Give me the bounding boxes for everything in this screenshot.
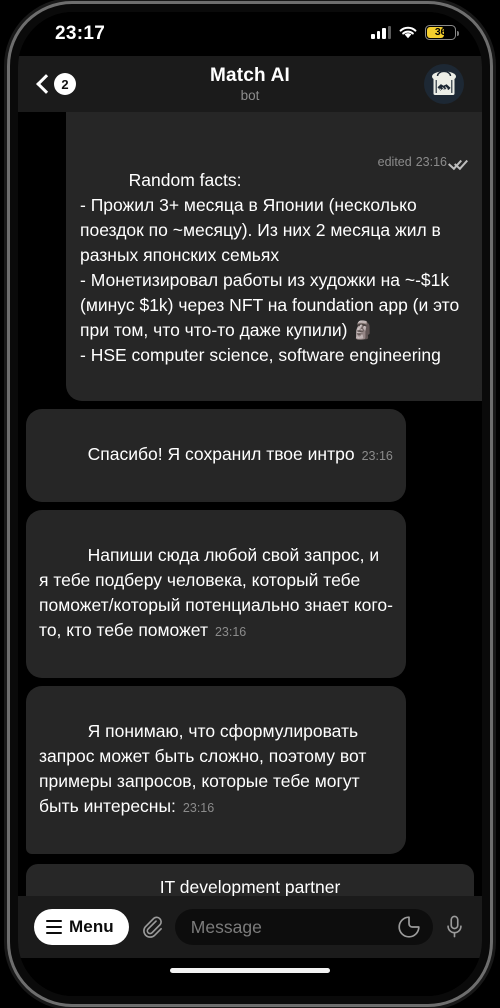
status-indicators: 36 — [371, 25, 459, 40]
chat-header: 2 Match AI bot — [18, 56, 482, 112]
message-row: Напиши сюда любой свой запрос, и я тебе … — [18, 510, 482, 678]
cellular-signal-icon — [371, 26, 391, 39]
message-timestamp: 23:16 — [214, 625, 247, 639]
battery-icon: 36 — [425, 25, 459, 40]
double-check-icon — [451, 157, 468, 168]
message-input-bar: Menu Message — [18, 896, 482, 958]
message-input-field[interactable]: Message — [174, 909, 433, 945]
message-input-placeholder: Message — [190, 916, 262, 937]
message-bubble-incoming[interactable]: Спасибо! Я сохранил твое интро 23:16 — [26, 409, 406, 502]
sticker-icon[interactable] — [397, 915, 421, 939]
handshake-avatar-icon[interactable] — [424, 64, 464, 104]
notch — [162, 12, 338, 34]
chevron-left-icon — [36, 73, 49, 95]
unread-badge: 2 — [54, 73, 76, 95]
message-meta: edited 23:16 — [378, 150, 468, 175]
paperclip-icon[interactable] — [139, 914, 165, 940]
message-text: Random facts: - Прожил 3+ месяца в Япони… — [80, 170, 460, 365]
quick-reply-it-development-partner[interactable]: IT development partner — [26, 864, 474, 896]
message-timestamp: 23:16 — [361, 449, 393, 463]
header-subtitle: bot — [240, 88, 260, 103]
message-timestamp: 23:16 — [415, 155, 447, 169]
status-bar: 23:17 36 — [18, 12, 482, 56]
quick-reply-label: IT development partner — [159, 876, 341, 897]
back-button[interactable]: 2 — [36, 73, 76, 95]
message-bubble-incoming[interactable]: Напиши сюда любой свой запрос, и я тебе … — [26, 510, 406, 678]
message-row: edited 23:16 Random facts: - Прожил 3+ м… — [18, 112, 482, 401]
hamburger-icon — [46, 919, 62, 935]
phone-screen: 23:17 36 2 Match AI bot edited 23:16 Ran… — [18, 12, 482, 996]
edited-label: edited — [377, 155, 412, 169]
message-row: Я понимаю, что сформулировать запрос мож… — [18, 686, 482, 854]
page-title: Match AI — [209, 65, 291, 86]
battery-percent: 36 — [434, 26, 447, 38]
message-timestamp: 23:16 — [182, 801, 215, 815]
status-time: 23:17 — [55, 23, 106, 44]
message-bubble-outgoing[interactable]: edited 23:16 Random facts: - Прожил 3+ м… — [66, 112, 482, 401]
menu-button-label: Menu — [69, 917, 114, 936]
phone-frame: 23:17 36 2 Match AI bot edited 23:16 Ran… — [10, 4, 490, 1004]
menu-button[interactable]: Menu — [34, 909, 129, 945]
microphone-icon[interactable] — [443, 914, 466, 940]
home-indicator-area — [18, 958, 482, 996]
header-title-block: Match AI bot — [18, 65, 482, 103]
quick-reply-keyboard: IT development partner Crypto & blockcha… — [26, 864, 474, 896]
home-indicator[interactable] — [170, 968, 330, 973]
message-text: Спасибо! Я сохранил твое интро — [87, 444, 355, 464]
chat-message-list[interactable]: edited 23:16 Random facts: - Прожил 3+ м… — [18, 112, 482, 896]
message-row: Спасибо! Я сохранил твое интро 23:16 — [18, 409, 482, 502]
wifi-icon — [399, 26, 417, 39]
message-bubble-incoming[interactable]: Я понимаю, что сформулировать запрос мож… — [26, 686, 406, 854]
